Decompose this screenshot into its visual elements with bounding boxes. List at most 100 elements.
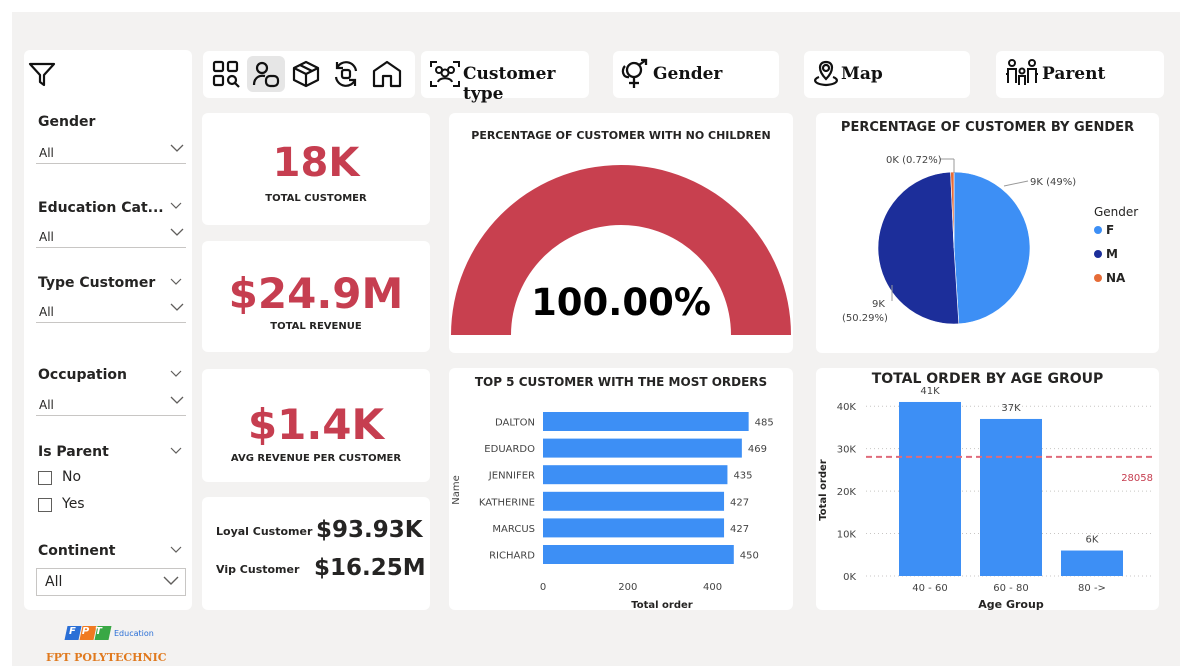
chevron-down-icon <box>170 396 184 404</box>
nav-customer-type-label: Customer type <box>463 64 556 104</box>
y-tick-label: 10K <box>837 530 857 541</box>
nav-parent-button[interactable]: Parent <box>996 51 1164 98</box>
age-group-card: TOTAL ORDER BY AGE GROUP 0K 10K 20K 30K 40K … <box>816 368 1159 610</box>
bar-value-label: 427 <box>730 524 749 535</box>
bar-value-label: 435 <box>733 471 752 482</box>
chevron-down-icon[interactable] <box>170 546 182 554</box>
bar-dalton[interactable] <box>543 412 749 431</box>
no-children-gauge-card: PERCENTAGE OF CUSTOMER WITH NO CHILDREN … <box>449 113 793 353</box>
bar-age-2[interactable] <box>980 418 1042 576</box>
page-nav-icons <box>203 51 415 98</box>
bar-category-label: EDUARDO <box>484 444 535 455</box>
pie-label-na: 0K (0.72%) <box>886 155 942 166</box>
bar-marcus[interactable] <box>543 518 725 538</box>
avg-revenue-card: $1.4K AVG REVENUE PER CUSTOMER <box>202 369 430 482</box>
is-parent-no-checkbox[interactable] <box>38 471 52 485</box>
is-parent-no-label: No <box>62 469 82 485</box>
total-revenue-label: TOTAL REVENUE <box>270 321 362 332</box>
age-group-y-axis-label: Total order <box>818 459 829 521</box>
gender-dropdown[interactable]: All <box>36 140 186 164</box>
type-customer-dropdown-value: All <box>39 305 54 319</box>
nav-customer-type-button[interactable]: Customer type <box>421 51 589 104</box>
chevron-down-icon[interactable] <box>170 447 182 455</box>
refresh-icon[interactable] <box>331 59 361 89</box>
customer-icon[interactable] <box>251 59 281 89</box>
y-tick-label: 20K <box>837 487 857 498</box>
bar-category-label: KATHERINE <box>479 497 535 508</box>
bar-category-label: MARCUS <box>492 524 535 535</box>
bar-value-label: 427 <box>730 497 749 508</box>
family-icon <box>1004 59 1040 85</box>
bar-jennifer[interactable] <box>543 465 728 485</box>
occupation-dropdown[interactable]: All <box>36 392 186 416</box>
is-parent-yes-checkbox[interactable] <box>38 498 52 512</box>
continent-slicer-label: Continent <box>38 543 116 559</box>
nav-gender-button[interactable]: Gender <box>613 51 779 98</box>
bar-eduardo[interactable] <box>543 438 742 458</box>
age-group-x-axis-label: Age Group <box>978 598 1044 610</box>
legend-title: Gender <box>1094 205 1138 219</box>
filter-icon[interactable] <box>28 62 60 88</box>
education-dropdown[interactable]: All <box>36 224 186 248</box>
gender-pie-card: PERCENTAGE OF CUSTOMER BY GENDER 0K (0.7… <box>816 113 1159 353</box>
gender-slicer-label: Gender <box>38 114 96 130</box>
total-customer-card: 18K TOTAL CUSTOMER <box>202 113 430 225</box>
pie-slice-m[interactable] <box>877 171 960 325</box>
x-category-label: 40 - 60 <box>912 583 947 594</box>
bar-data-label: 37K <box>1001 403 1021 414</box>
legend-label-f: F <box>1106 223 1114 237</box>
top-customers-card: TOP 5 CUSTOMER WITH THE MOST ORDERS DALT… <box>449 368 793 610</box>
total-customer-value: 18K <box>272 140 360 186</box>
legend-label-m: M <box>1106 247 1118 261</box>
bar-age-1[interactable] <box>899 401 961 576</box>
nav-parent-label: Parent <box>1042 64 1106 84</box>
legend-marker-na <box>1094 274 1102 282</box>
bar-age-3[interactable] <box>1061 550 1123 576</box>
top-customers-bar-chart: DALTON 485 EDUARDO 469 JENNIFER 435 KATHERINE 4… <box>451 412 774 610</box>
bar-value-label: 485 <box>755 418 774 429</box>
occupation-slicer-label: Occupation <box>38 367 128 383</box>
chevron-down-icon[interactable] <box>170 370 182 378</box>
nav-map-label: Map <box>841 64 883 84</box>
is-parent-slicer-label: Is Parent <box>38 444 109 460</box>
home-icon[interactable] <box>371 59 403 89</box>
pie-label-m-pct: (50.29%) <box>842 313 888 324</box>
gauge-value-label: 100.00% <box>531 281 711 324</box>
education-dropdown-value: All <box>39 230 54 244</box>
bar-category-label: DALTON <box>495 418 535 429</box>
education-slicer-label: Education Cat... <box>38 200 164 216</box>
type-customer-dropdown[interactable]: All <box>36 299 186 323</box>
chevron-down-icon[interactable] <box>170 278 182 286</box>
legend-marker-m <box>1094 250 1102 258</box>
nav-map-button[interactable]: Map <box>804 51 970 98</box>
gender-dropdown-value: All <box>39 146 54 160</box>
avg-revenue-value: $1.4K <box>247 400 385 449</box>
total-customer-label: TOTAL CUSTOMER <box>265 193 367 204</box>
nav-gender-label: Gender <box>653 64 723 84</box>
avg-revenue-label: AVG REVENUE PER CUSTOMER <box>230 453 402 464</box>
x-tick-label: 0 <box>540 582 546 593</box>
bar-value-label: 469 <box>748 444 767 455</box>
continent-dropdown[interactable]: All <box>36 568 186 596</box>
customer-segment-card: Loyal Customer $93.93K Vip Customer $16.… <box>202 497 430 610</box>
product-box-icon[interactable] <box>291 59 321 89</box>
x-category-label: 60 - 80 <box>993 583 1028 594</box>
loyal-customer-value: $93.93K <box>316 517 423 543</box>
bar-category-label: JENNIFER <box>488 471 535 482</box>
total-revenue-value: $24.9M <box>228 269 404 318</box>
bar-value-label: 450 <box>740 551 759 562</box>
age-group-bar-chart: 0K 10K 20K 30K 40K 41K 40 - 60 37K 60 - 80 6K 80 … <box>818 386 1153 610</box>
chevron-down-icon[interactable] <box>170 202 182 210</box>
gender-icon <box>621 58 648 88</box>
pie-label-m-count: 9K <box>872 299 885 310</box>
map-pin-icon <box>814 60 838 87</box>
bar-data-label: 41K <box>920 386 940 397</box>
fpt-logo-edu: Education <box>114 629 154 638</box>
y-tick-label: 40K <box>837 402 857 413</box>
bar-richard[interactable] <box>543 545 734 564</box>
bar-katherine[interactable] <box>543 491 725 511</box>
chevron-down-icon <box>170 303 184 311</box>
filter-panel: Gender All Education Cat... All Type Cus… <box>24 50 192 610</box>
dashboard-grid-icon[interactable] <box>211 59 241 89</box>
pie-slice-f[interactable] <box>953 171 1031 325</box>
